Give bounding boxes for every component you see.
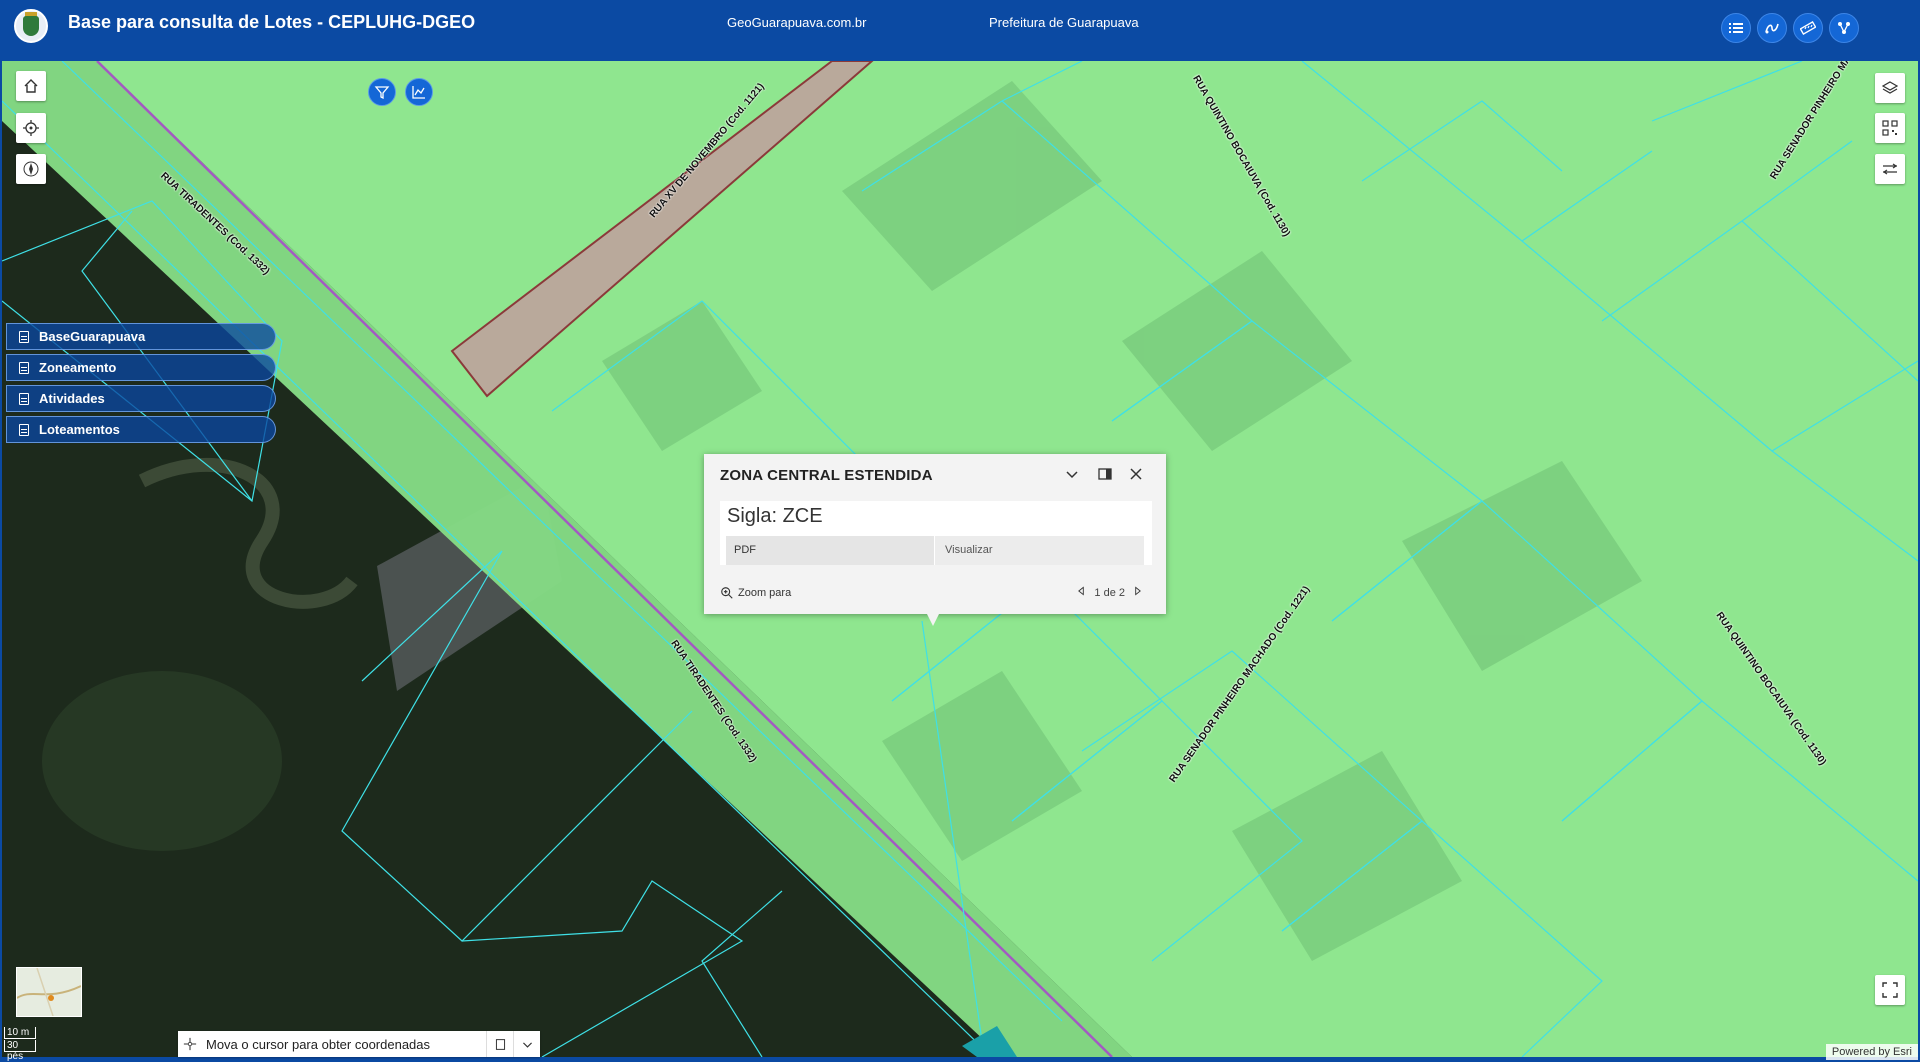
compass-button[interactable] bbox=[16, 154, 46, 184]
measure-icon[interactable] bbox=[1793, 13, 1823, 43]
basemap-gallery-button[interactable] bbox=[1875, 113, 1905, 143]
previous-icon[interactable] bbox=[1077, 586, 1086, 599]
locate-button[interactable] bbox=[16, 113, 46, 143]
qr-grid-icon bbox=[1882, 120, 1898, 136]
app-title: Base para consulta de Lotes - CEPLUHG-DG… bbox=[68, 12, 476, 32]
zoom-to-button[interactable]: Zoom para bbox=[720, 586, 791, 600]
layer-label: Loteamentos bbox=[39, 422, 120, 437]
popup-content: Sigla: ZCE PDF Visualizar bbox=[720, 501, 1152, 565]
layer-list: BaseGuarapuava Zoneamento Atividades Lot… bbox=[6, 323, 276, 447]
coordinate-widget: Mova o cursor para obter coordenadas bbox=[178, 1031, 540, 1057]
coordinate-text: Mova o cursor para obter coordenadas bbox=[206, 1036, 431, 1052]
overview-map[interactable] bbox=[16, 967, 82, 1017]
zoom-to-label: Zoom para bbox=[738, 587, 792, 599]
copy-button[interactable] bbox=[486, 1031, 513, 1057]
field-name: PDF bbox=[726, 536, 934, 565]
document-icon bbox=[19, 392, 29, 405]
attribution[interactable]: Powered by Esri bbox=[1825, 1044, 1918, 1060]
close-icon bbox=[1130, 468, 1142, 480]
share-icon[interactable] bbox=[1829, 13, 1859, 43]
popup-pager: 1 de 2 bbox=[1069, 586, 1150, 599]
attribute-table: PDF Visualizar bbox=[726, 536, 1144, 565]
layer-label: Zoneamento bbox=[39, 360, 117, 375]
layer-label: BaseGuarapuava bbox=[39, 329, 146, 344]
popup-title: ZONA CENTRAL ESTENDIDA bbox=[720, 467, 933, 484]
list-icon[interactable] bbox=[1721, 13, 1751, 43]
chevron-down-icon bbox=[1066, 471, 1078, 479]
document-icon bbox=[19, 361, 29, 374]
scale-metric: 10 m bbox=[4, 1027, 36, 1039]
crosshair-icon bbox=[183, 1037, 197, 1051]
swipe-button[interactable] bbox=[1875, 154, 1905, 184]
next-icon[interactable] bbox=[1133, 586, 1142, 599]
filter-icon bbox=[374, 86, 390, 100]
document-icon bbox=[19, 423, 29, 436]
home-button[interactable] bbox=[16, 71, 46, 101]
popup-sigla: Sigla: ZCE bbox=[727, 505, 823, 527]
fullscreen-icon bbox=[1882, 982, 1898, 998]
layer-label: Atividades bbox=[39, 391, 105, 406]
layer-atividades[interactable]: Atividades bbox=[6, 385, 276, 412]
close-button[interactable] bbox=[1128, 466, 1146, 484]
collapse-button[interactable] bbox=[1064, 466, 1082, 484]
layer-loteamentos[interactable]: Loteamentos bbox=[6, 416, 276, 443]
app-header: Base para consulta de Lotes - CEPLUHG-DG… bbox=[0, 0, 1920, 60]
layers-icon bbox=[1882, 81, 1898, 94]
crosshair-icon bbox=[23, 120, 39, 136]
scale-imperial: 30 pés bbox=[4, 1040, 36, 1062]
geoguarapuava-link[interactable]: GeoGuarapuava.com.br bbox=[727, 15, 866, 30]
copy-icon bbox=[495, 1038, 505, 1050]
chart-button[interactable] bbox=[405, 78, 433, 106]
fullscreen-button[interactable] bbox=[1875, 975, 1905, 1005]
layer-baseguarapuava[interactable]: BaseGuarapuava bbox=[6, 323, 276, 350]
pager-text: 1 de 2 bbox=[1094, 586, 1125, 599]
map-view[interactable]: RUA TIRADENTES (Cod. 1332) RUA XV DE NOV… bbox=[2, 61, 1918, 1057]
dock-button[interactable] bbox=[1097, 466, 1115, 484]
filter-button[interactable] bbox=[368, 78, 396, 106]
prefeitura-link[interactable]: Prefeitura de Guarapuava bbox=[989, 15, 1139, 30]
field-value-link[interactable]: Visualizar bbox=[934, 536, 1144, 565]
draw-icon[interactable] bbox=[1757, 13, 1787, 43]
scale-bar: 10 m 30 pés bbox=[4, 1027, 36, 1062]
home-icon bbox=[24, 79, 38, 93]
crosshair-mode-button[interactable] bbox=[178, 1031, 202, 1057]
dock-icon bbox=[1098, 468, 1112, 480]
layer-zoneamento[interactable]: Zoneamento bbox=[6, 354, 276, 381]
layers-button[interactable] bbox=[1875, 73, 1905, 103]
chart-icon bbox=[412, 86, 425, 99]
city-logo bbox=[14, 9, 48, 43]
compass-icon bbox=[23, 161, 39, 177]
feature-popup: ZONA CENTRAL ESTENDIDA Sigla: ZCE PDF Vi… bbox=[704, 454, 1166, 626]
swipe-icon bbox=[1882, 163, 1898, 175]
zoom-in-icon bbox=[721, 587, 733, 599]
chevron-down-icon bbox=[522, 1041, 532, 1048]
coordinate-options-button[interactable] bbox=[513, 1031, 540, 1057]
document-icon bbox=[19, 330, 29, 343]
